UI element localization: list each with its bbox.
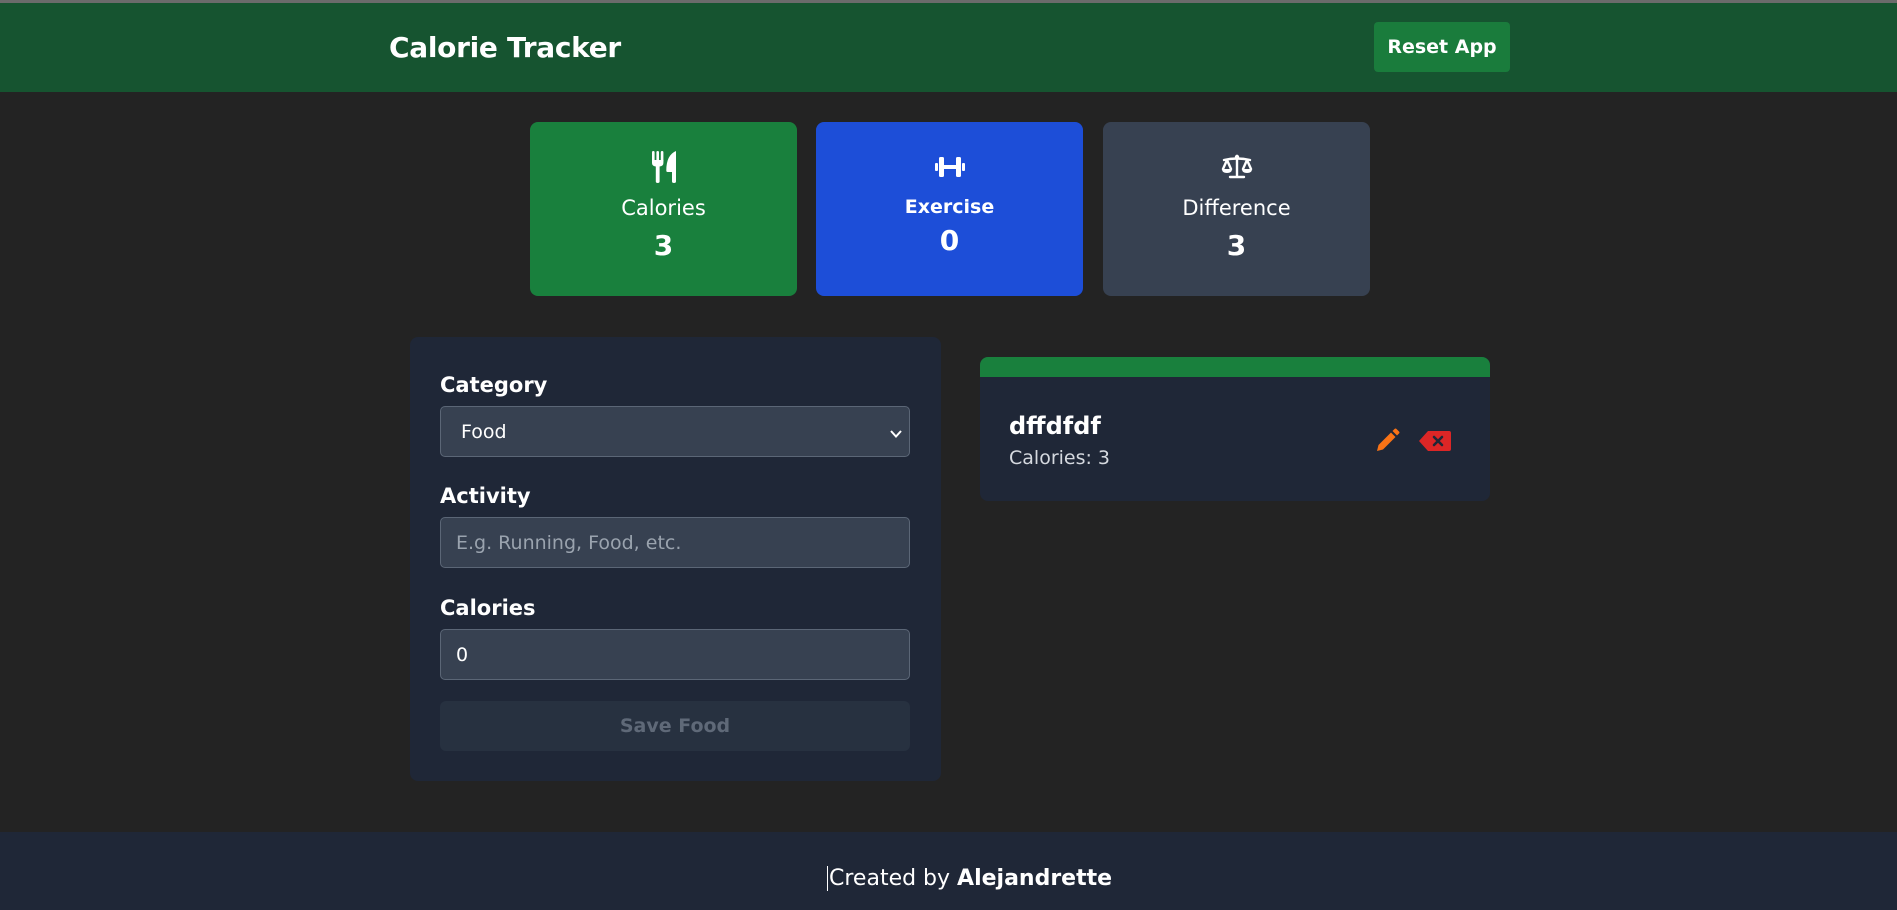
app-header: Calorie Tracker Reset App [0,3,1897,92]
footer-author: Alejandrette [957,866,1113,891]
scale-icon [1221,150,1253,184]
category-select[interactable]: Food [440,406,910,457]
calories-stat-label: Calories [621,196,706,220]
edit-button[interactable] [1372,426,1402,456]
exercise-stat-value: 0 [939,224,960,257]
page-footer: Created by Alejandrette [0,832,1897,910]
reset-app-button[interactable]: Reset App [1374,22,1510,72]
activity-form: Category Food Activity E.g. Running, Foo… [410,337,941,781]
calories-stat-card: Calories 3 [530,122,797,296]
utensils-icon [651,150,677,184]
backspace-delete-icon [1419,431,1451,451]
difference-stat-value: 3 [1226,229,1247,262]
category-label: Category [440,373,548,397]
exercise-stat-card: Exercise 0 [816,122,1083,296]
footer-credit: Created by Alejandrette [827,866,1112,891]
activity-input[interactable]: E.g. Running, Food, etc. [440,517,910,568]
difference-stat-label: Difference [1182,196,1291,220]
calories-input[interactable]: 0 [440,629,910,680]
exercise-stat-label: Exercise [904,196,995,218]
calories-stat-value: 3 [653,229,674,262]
pencil-icon [1377,428,1400,451]
activity-name: dffdfdf [1009,412,1101,440]
save-food-button[interactable]: Save Food [440,701,910,751]
difference-stat-card: Difference 3 [1103,122,1370,296]
delete-button[interactable] [1418,428,1452,454]
activity-calories: Calories: 3 [1009,447,1111,469]
dumbbell-icon [934,150,965,184]
activity-label: Activity [440,484,531,508]
chevron-down-icon [889,424,903,446]
activity-list-item: dffdfdf Calories: 3 [980,357,1490,501]
app-title: Calorie Tracker [389,31,621,64]
category-color-bar [980,357,1490,377]
category-selected-value: Food [461,420,507,443]
calories-label: Calories [440,596,536,620]
footer-prefix: Created by [829,866,958,891]
